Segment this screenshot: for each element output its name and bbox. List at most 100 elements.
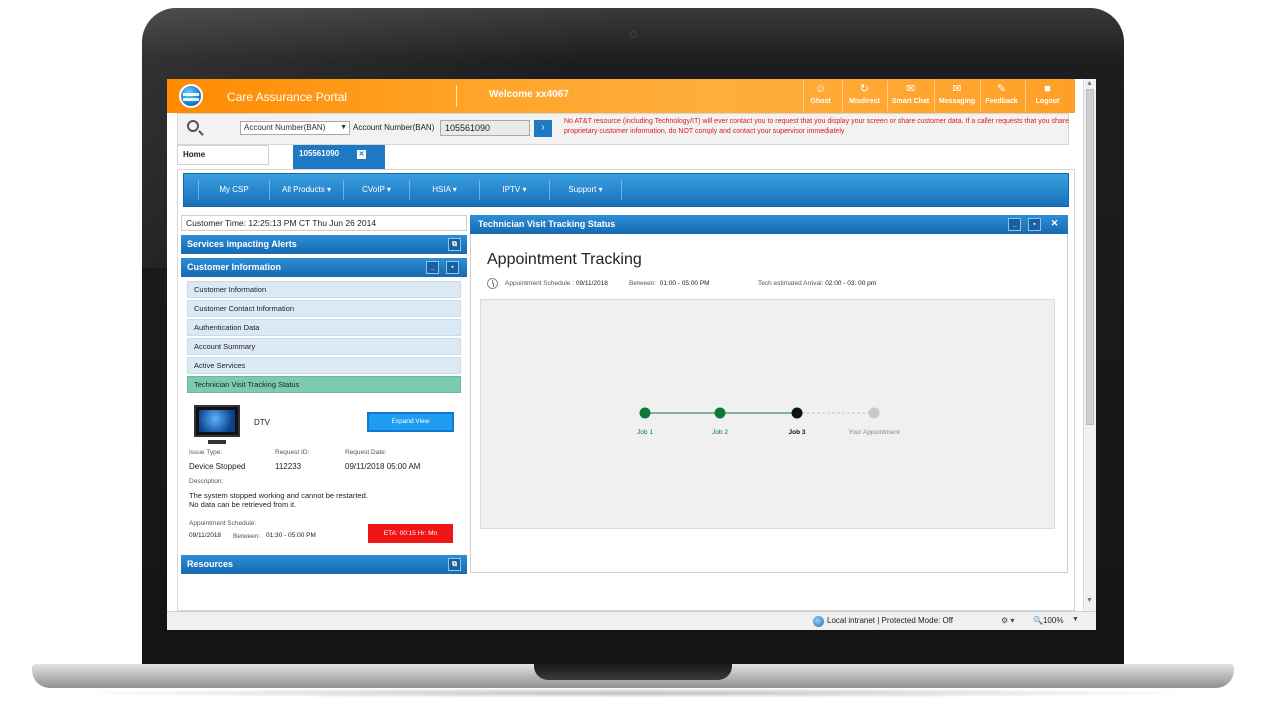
zoom-level[interactable]: 🔍100%	[1033, 616, 1063, 625]
misdirect-button[interactable]: ↻ Misdirect	[842, 81, 886, 111]
tab-strip: Home 105561090 ✕	[177, 145, 1075, 169]
feedback-button[interactable]: ✎ Feedback	[980, 81, 1022, 111]
request-id-value: 112233	[275, 462, 302, 471]
step-label-job-3: Job 3	[789, 429, 806, 436]
request-date-label: Request Date:	[345, 449, 387, 456]
close-icon[interactable]: ✕	[357, 150, 366, 159]
step-label-your-appointment: Your Appointment	[848, 429, 899, 436]
laptop-notch	[534, 664, 732, 680]
scroll-down-icon[interactable]: ▼	[1086, 597, 1093, 604]
minimize-icon[interactable]: _	[426, 261, 439, 274]
ghost-label: Ghost	[810, 98, 831, 105]
zoom-value: 100%	[1042, 616, 1064, 625]
appointment-between-line: Between: 01:00 - 05:00 PM	[629, 280, 710, 287]
screen: Care Assurance Portal Welcome xx4067 ☺ G…	[167, 79, 1096, 630]
header-divider	[456, 85, 457, 107]
request-date-value: 09/11/2018 05:00 AM	[345, 462, 421, 471]
globe-icon	[813, 616, 824, 627]
logout-button[interactable]: ■ Logout	[1025, 81, 1069, 111]
search-bar: Account Number(BAN) ▼ Account Number(BAN…	[177, 113, 1069, 145]
search-type-select[interactable]: Account Number(BAN) ▼	[240, 121, 350, 135]
feedback-label: Feedback	[985, 98, 1018, 105]
search-icon[interactable]	[187, 120, 199, 132]
search-go-button[interactable]: ›	[534, 120, 552, 137]
nav-active-services[interactable]: Active Services	[187, 357, 461, 374]
protected-mode-icon[interactable]: ⚙ ▾	[1001, 616, 1014, 625]
appointment-schedule-line: Appointment Schedule : 09/11/2018	[505, 280, 608, 287]
maximize-icon[interactable]: ▪	[446, 261, 459, 274]
logout-label: Logout	[1035, 98, 1060, 105]
maximize-icon[interactable]: ▪	[1028, 218, 1041, 231]
smart-chat-button[interactable]: ✉ Smart Chat	[887, 81, 933, 111]
pencil-icon: ✎	[996, 83, 1007, 95]
camera	[630, 31, 637, 38]
chat-icon: ✉	[905, 83, 916, 95]
messaging-label: Messaging	[938, 98, 976, 105]
menu-hsia[interactable]: HSIA ▾	[410, 180, 480, 200]
schedule-between-value: 01:30 - 05:00 PM	[266, 532, 316, 539]
tracking-panel-header: Technician Visit Tracking Status _ ▪ ✕	[470, 215, 1068, 234]
main-menu: My CSP All Products ▾ CVoIP ▾ HSIA ▾ IPT…	[183, 173, 1069, 207]
step-label-job-1: Job 1	[637, 429, 653, 436]
nav-customer-information[interactable]: Customer Information	[187, 281, 461, 298]
welcome-text: Welcome xx4067	[489, 89, 569, 100]
popout-icon[interactable]: ⧉	[448, 238, 461, 251]
progress-tracker: Job 1 Job 2 Job 3 Your Appointment	[637, 407, 900, 436]
appt-between-label: Between:	[629, 280, 657, 287]
nav-account-summary[interactable]: Account Summary	[187, 338, 461, 355]
customer-time: Customer Time: 12:25:13 PM CT Thu Jun 26…	[181, 215, 467, 231]
appt-between-value: 01:00 - 05:00 PM	[659, 280, 710, 287]
step-dot-job-3	[791, 407, 803, 419]
expand-view-button[interactable]: Expand View	[367, 412, 454, 432]
nav-technician-visit[interactable]: Technician Visit Tracking Status	[187, 376, 461, 393]
nav-customer-contact[interactable]: Customer Contact Information	[187, 300, 461, 317]
ghost-icon: ☺	[814, 83, 827, 95]
alerts-title: Services impacting Alerts	[187, 239, 297, 249]
resources-header[interactable]: Resources ⧉	[181, 555, 467, 574]
schedule-between-label: Between:	[233, 533, 261, 540]
request-id-label: Request ID:	[275, 449, 310, 456]
search-type-value: Account Number(BAN)	[244, 123, 326, 132]
popout-icon[interactable]: ⧉	[448, 558, 461, 571]
schedule-date: 09/11/2018	[189, 532, 222, 539]
step-label-job-2: Job 2	[712, 429, 728, 436]
tech-arrival-line: Tech estimated Arrival: 02:00 - 03: 00 p…	[758, 280, 876, 287]
tab-home[interactable]: Home	[177, 145, 269, 165]
device-name: DTV	[254, 418, 270, 427]
customer-info-title: Customer Information	[187, 262, 282, 272]
ban-label: Account Number(BAN)	[353, 123, 435, 132]
misdirect-icon: ↻	[859, 83, 870, 95]
menu-iptv[interactable]: IPTV ▾	[480, 180, 550, 200]
zoom-dropdown-icon[interactable]: ▼	[1072, 616, 1079, 623]
nav-authentication-data[interactable]: Authentication Data	[187, 319, 461, 336]
top-header: Care Assurance Portal Welcome xx4067 ☺ G…	[167, 79, 1075, 113]
minimize-icon[interactable]: _	[1008, 218, 1021, 231]
tab-account-label: 105561090	[299, 149, 340, 158]
menu-cvoip[interactable]: CVoIP ▾	[344, 180, 410, 200]
description-label: Description:	[189, 478, 224, 485]
step-dot-your-appointment	[868, 407, 880, 419]
clock-icon	[487, 278, 498, 289]
eta-button[interactable]: ETA: 00:15 Hr: Mn	[368, 524, 453, 543]
tab-account[interactable]: 105561090 ✕	[293, 145, 385, 169]
menu-support[interactable]: Support ▾	[550, 180, 622, 200]
appt-schedule-date: 09/11/2018	[575, 280, 608, 287]
step-dot-job-2	[714, 407, 726, 419]
menu-my-csp[interactable]: My CSP	[198, 180, 270, 200]
misdirect-label: Misdirect	[849, 98, 880, 105]
menu-all-products[interactable]: All Products ▾	[270, 180, 344, 200]
messaging-button[interactable]: ✉ Messaging	[934, 81, 979, 111]
appointment-title: Appointment Tracking	[487, 251, 642, 268]
tracking-area: Job 1 Job 2 Job 3 Your Appointment	[480, 299, 1055, 529]
ghost-button[interactable]: ☺ Ghost	[803, 81, 837, 111]
issue-type-label: Issue Type:	[189, 449, 223, 456]
description-line-2: No data can be retrieved from it.	[189, 500, 297, 509]
scroll-up-icon[interactable]: ▲	[1086, 80, 1093, 87]
schedule-label: Appointment Schedule:	[189, 520, 257, 527]
alerts-header[interactable]: Services impacting Alerts ⧉	[181, 235, 467, 254]
ban-input[interactable]: 105561090	[440, 120, 530, 136]
scrollbar-thumb[interactable]	[1086, 89, 1094, 425]
close-icon[interactable]: ✕	[1048, 218, 1061, 231]
smart-chat-label: Smart Chat	[891, 98, 930, 105]
window-scrollbar[interactable]: ▲ ▼	[1083, 79, 1096, 611]
